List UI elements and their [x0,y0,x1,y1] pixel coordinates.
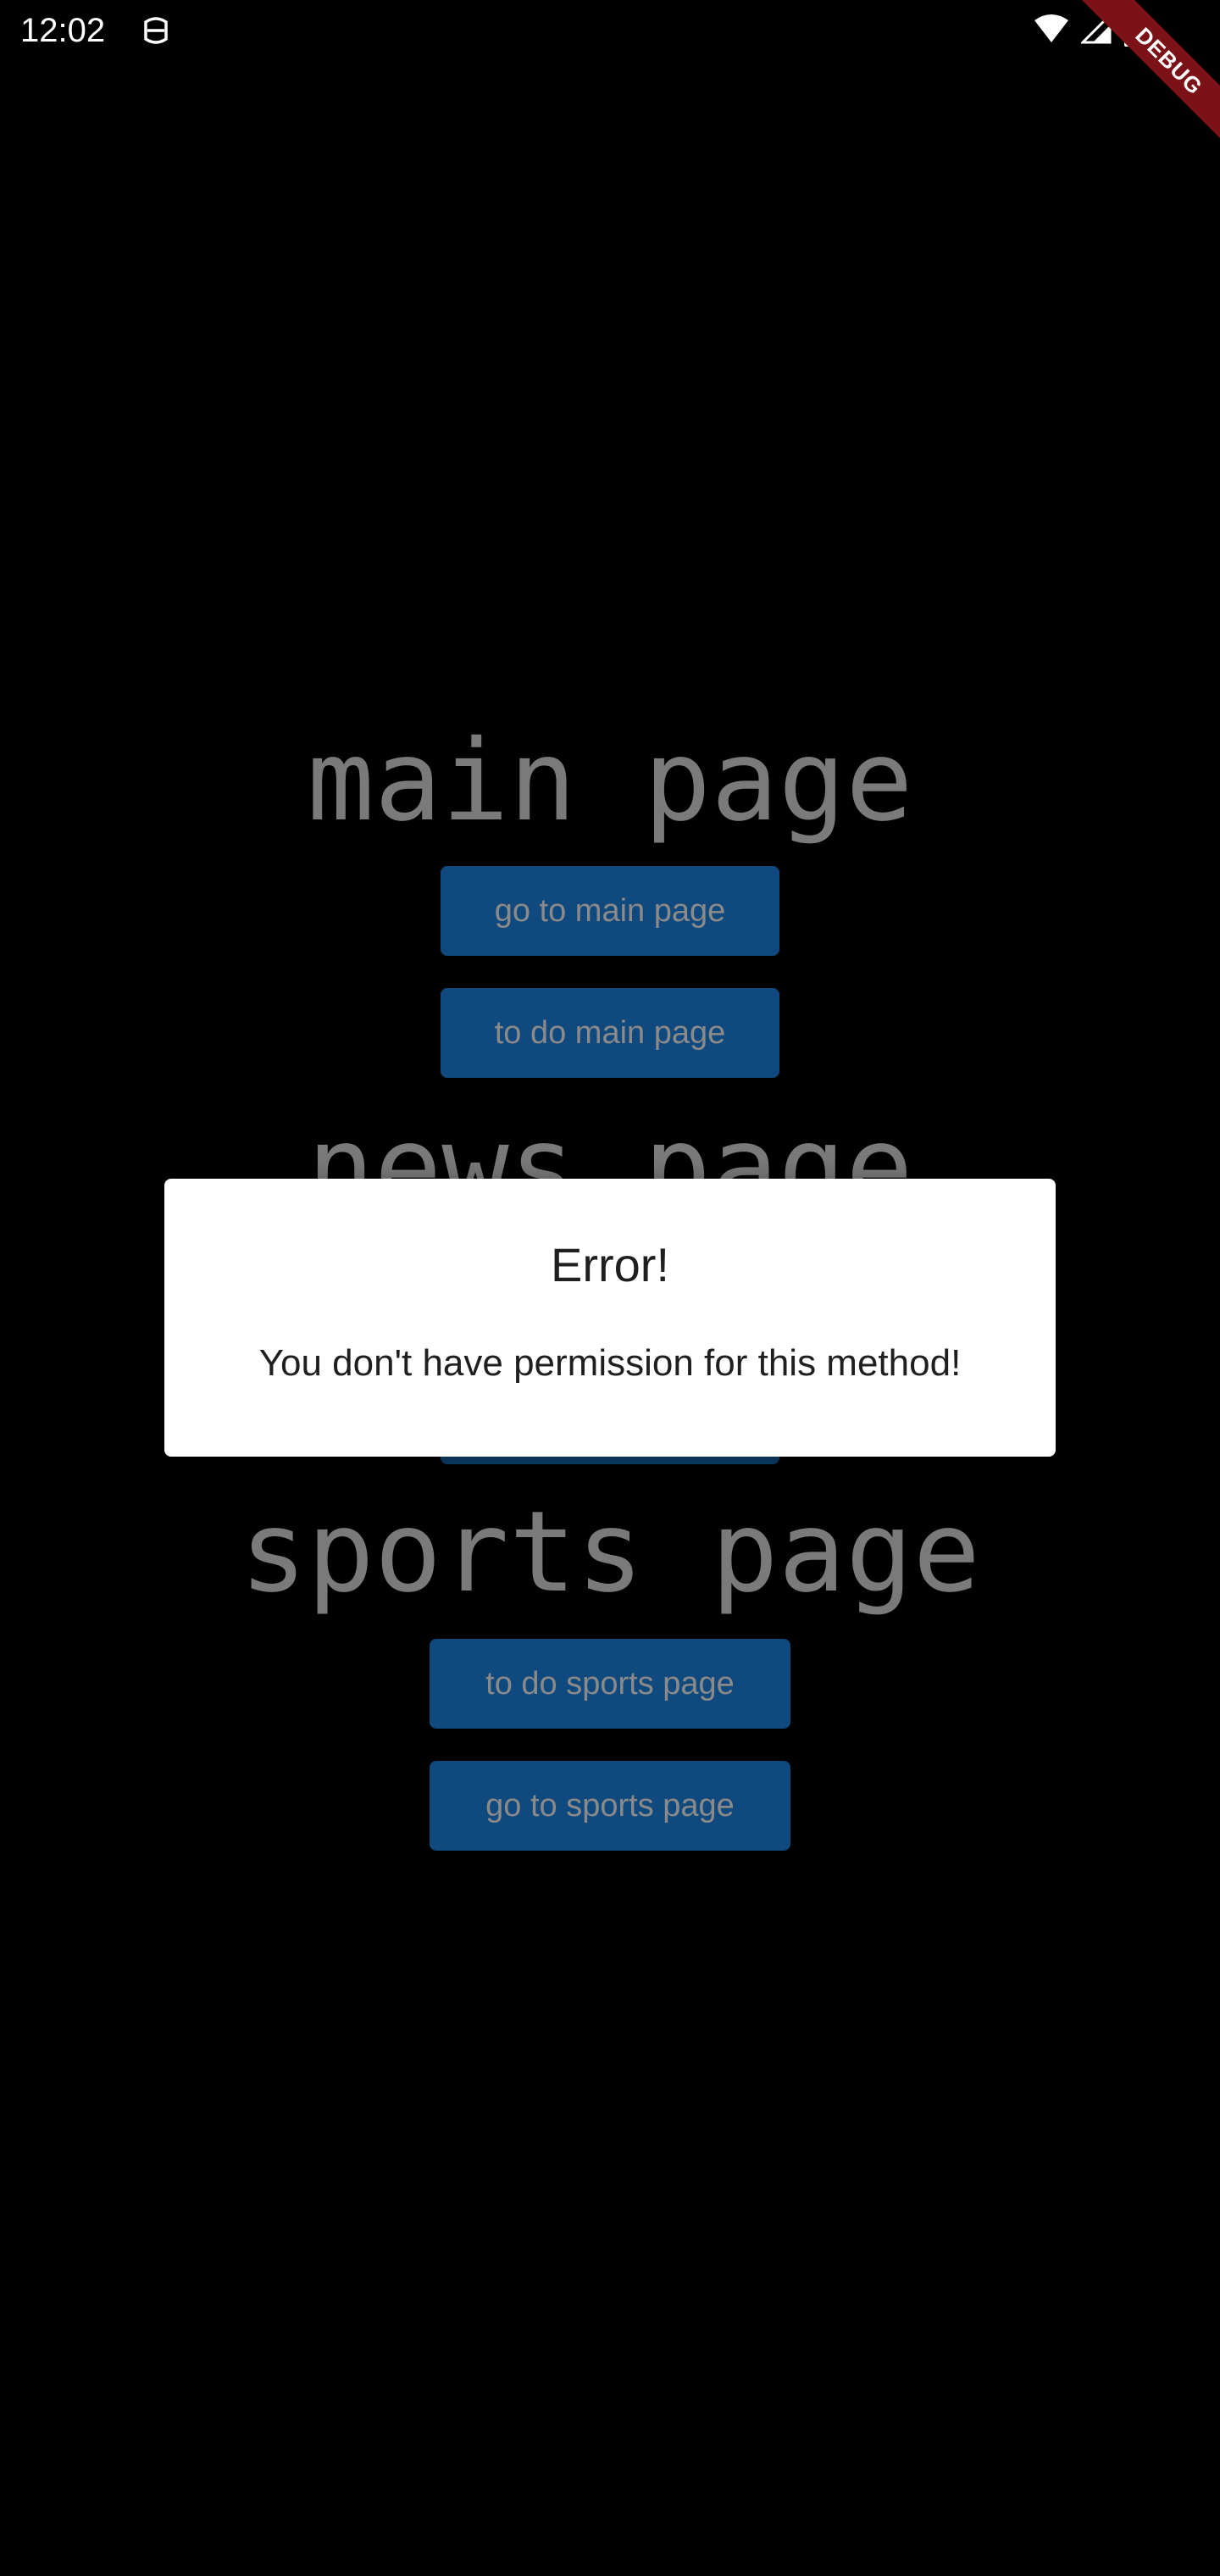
to-do-main-page-button[interactable]: to do main page [441,988,779,1078]
main-page-title: main page [307,716,913,847]
status-time: 12:02 [20,12,106,49]
status-bar: 12:02 [0,0,1220,61]
go-to-sports-page-button[interactable]: go to sports page [430,1761,790,1851]
debug-ribbon-label: DEBUG [1066,0,1220,164]
go-to-main-page-button[interactable]: go to main page [441,866,779,956]
app-screen: main page go to main page to do main pag… [0,0,1220,2576]
debug-banner: DEBUG [1051,0,1220,169]
error-dialog: Error! You don't have permission for thi… [164,1179,1056,1457]
sports-page-title: sports page [239,1487,981,1618]
to-do-sports-page-button[interactable]: to do sports page [430,1639,790,1729]
notification-badge-icon [139,14,173,47]
dialog-message: You don't have permission for this metho… [258,1342,962,1384]
dialog-title: Error! [551,1238,669,1291]
